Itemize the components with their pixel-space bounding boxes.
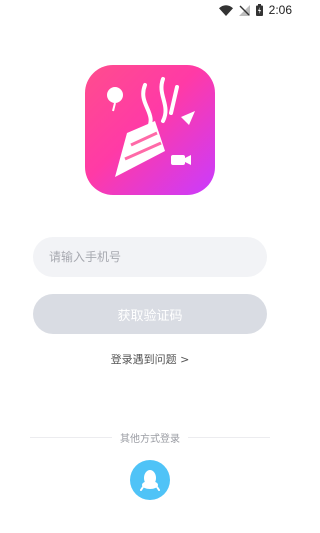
get-verification-code-button[interactable]: 获取验证码: [33, 294, 267, 334]
app-logo: [85, 65, 215, 195]
status-bar: 2:06: [0, 0, 300, 20]
login-help-link[interactable]: 登录遇到问题 >: [0, 351, 300, 367]
other-login-divider: 其他方式登录: [30, 430, 270, 445]
status-time: 2:06: [268, 3, 292, 17]
qq-penguin-icon: [140, 470, 160, 491]
other-login-label: 其他方式登录: [120, 433, 180, 445]
divider-line-right: [188, 436, 270, 438]
battery-icon: [255, 4, 263, 16]
qq-login-button[interactable]: [130, 460, 170, 500]
party-popper-icon: [107, 77, 195, 177]
wifi-icon: [218, 4, 233, 16]
signal-off-icon: [238, 4, 250, 16]
phone-number-input[interactable]: [33, 237, 267, 277]
divider-line-left: [30, 436, 112, 438]
